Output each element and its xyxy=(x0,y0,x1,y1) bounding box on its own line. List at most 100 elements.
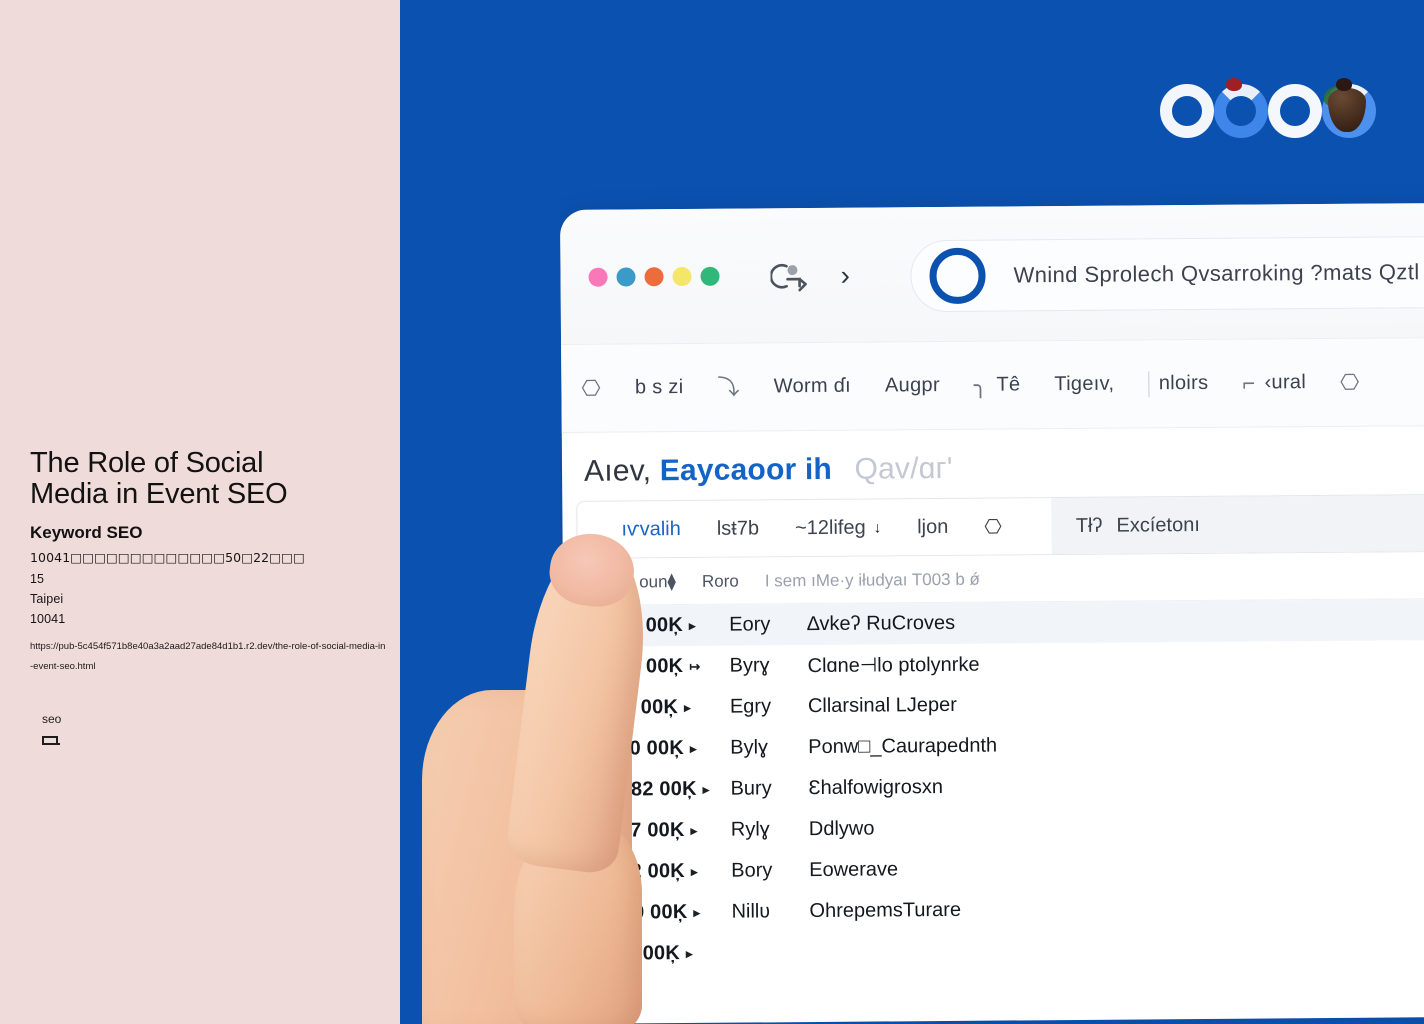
table-row[interactable]: 68 00Ķ ▸ Eory ∆vkeʔ RuCroves xyxy=(563,598,1424,647)
browser-toolbar[interactable]: ⎔ b s zi ⤵ Worm ɗı Augpr ╮ Tê Tigeıv, nloirs ⌐ ‹ur… xyxy=(561,337,1424,433)
toolbar-item-label: b s zi xyxy=(634,376,684,399)
row-metric: Ʒ82 00Ķ ▸ xyxy=(618,778,730,802)
filter-chip[interactable]: ~12lifeg ↓ xyxy=(795,516,881,540)
toolbar-item[interactable]: Worm ɗı xyxy=(774,375,851,399)
toolbar-item[interactable]: ⎔ xyxy=(581,375,602,401)
filter-bar-items[interactable]: ıѵvalih lsŧ7b ~12lifeg ↓ ljon ⎔ xyxy=(621,514,1001,542)
filter-chip-label: lsŧ7b xyxy=(716,516,760,540)
toolbar-item[interactable]: b s zi xyxy=(635,376,684,399)
shopping-bag-icon: ⎔ xyxy=(581,375,602,401)
row-trend-icon: ▸ xyxy=(689,740,697,756)
omnibox-ring-icon xyxy=(929,247,986,305)
row-metric: 8Ɨ 00Ķ ▸ xyxy=(620,942,732,966)
toolbar-item[interactable]: Augpr xyxy=(885,374,940,397)
row-label: Ponw□_Caurapednth xyxy=(808,734,998,759)
table-row[interactable]: 32 00Ķ ▸ Bory Eowerave xyxy=(565,844,1424,893)
logo-ring-2 xyxy=(1214,84,1268,138)
toolbar-item[interactable]: ⌐ ‹ural xyxy=(1242,370,1307,395)
toolbar-item[interactable]: Tigeıv, xyxy=(1054,373,1114,396)
filter-chip[interactable]: ⎔ xyxy=(984,514,1002,539)
toolbar-item-label: Tigeıv, xyxy=(1054,372,1115,396)
filter-chip[interactable]: ıѵvalih xyxy=(621,518,680,541)
row-code: Bury xyxy=(730,777,772,800)
flag-icon: ╮ xyxy=(973,372,988,398)
row-label: Ddlywo xyxy=(808,817,875,841)
address-bar-text[interactable]: Wnind Sprolech Qvsarroking ?mats Qztl ·· xyxy=(1013,259,1424,288)
chevron-right-icon[interactable]: › xyxy=(840,260,850,291)
table-row[interactable]: 8l 00Ķ ▸ Egry Cllarsinal LJeper xyxy=(564,680,1424,729)
row-metric: 68 00Ķ ▸ xyxy=(617,614,729,638)
row-metric: S0 00Ķ ▸ xyxy=(619,901,731,925)
table-row[interactable]: 80 00Ķ ▸ Bylɣ Ponw□_Caurapednth xyxy=(564,721,1424,770)
column-header-cell[interactable]: I sem ıMe·y iłudyaı T003 b ǿ xyxy=(765,570,980,592)
row-metric-value: 32 00Ķ xyxy=(619,860,685,883)
table-row[interactable]: S0 00Ķ ▸ Nillʋ OhrepemsTurare xyxy=(565,885,1424,934)
row-trend-icon: ↦ xyxy=(689,658,701,674)
row-metric-value: 8Ɨ 00Ķ xyxy=(619,942,681,965)
dot-blue[interactable] xyxy=(616,267,636,287)
row-label: Eowerave xyxy=(809,858,899,882)
dot-green[interactable] xyxy=(700,266,720,286)
column-header-cell[interactable]: Roro xyxy=(702,572,739,592)
table-row[interactable]: 8Ɨ 00Ķ ▸ xyxy=(566,926,1424,975)
logo-berry-icon-1 xyxy=(1226,78,1242,91)
row-code: Eory xyxy=(729,613,771,636)
row-label: ∆vkeʔ RuCroves xyxy=(807,611,956,636)
dot-orange[interactable] xyxy=(644,267,664,287)
results-table[interactable]: 68 00Ķ ▸ Eory ∆vkeʔ RuCroves 13 00Ķ ↦ Byrɣ Clɑn… xyxy=(563,598,1424,975)
dot-yellow[interactable] xyxy=(672,266,692,287)
filter-action[interactable]: Tłʔ xyxy=(1076,514,1103,537)
filter-action[interactable]: Excíetonı xyxy=(1116,513,1200,537)
row-trend-icon: ▸ xyxy=(702,781,710,797)
street-number: 15 xyxy=(30,571,45,586)
toolbar-item-label: Augpr xyxy=(884,374,940,397)
row-code xyxy=(732,953,810,954)
scissors-icon: ⤵ xyxy=(717,374,740,400)
blue-foreground-strip xyxy=(400,0,560,1024)
filter-bar-actions[interactable]: Tłʔ Excíetonı xyxy=(1051,494,1424,555)
toolbar-item[interactable]: ⤵ xyxy=(717,374,740,400)
article-info-panel: The Role of Social Media in Event SEO Ke… xyxy=(0,0,400,1024)
table-row[interactable]: 13 00Ķ ↦ Byrɣ Clɑne⊣lo ptolynrke xyxy=(563,639,1424,688)
toolbar-item-label: Tê xyxy=(996,373,1021,396)
browser-chrome-bar: › Wnind Sprolech Qvsarroking ?mats Qztl … xyxy=(560,202,1424,345)
heading-prefix: Aıev, xyxy=(583,454,652,488)
divider-icon xyxy=(1148,370,1150,397)
row-metric-value: 80 00Ķ xyxy=(618,737,685,760)
row-trend-icon: ▸ xyxy=(683,699,691,715)
filter-chip[interactable]: lsŧ7b xyxy=(717,517,759,540)
toolbar-item[interactable]: ⎔ xyxy=(1339,369,1360,395)
window-controls[interactable] xyxy=(588,266,720,287)
row-metric: 13 00Ķ ↦ xyxy=(618,655,730,679)
row-metric-value: S0 00Ķ xyxy=(619,901,688,924)
results-heading: Aıev, Eaycaoor ih Qav/ɑгʹ xyxy=(562,425,1424,497)
row-trend-icon: ▸ xyxy=(685,945,693,961)
filter-chip[interactable]: ljon xyxy=(917,515,948,538)
row-trend-icon: ▸ xyxy=(693,904,701,920)
filter-bar[interactable]: ıѵvalih lsŧ7b ~12lifeg ↓ ljon ⎔ Tłʔ Excíetonı xyxy=(576,493,1424,559)
tk-icon: Tłʔ xyxy=(1075,514,1103,537)
row-metric-value: 68 00Ķ xyxy=(617,614,684,637)
row-metric-value: 8l 00Ķ xyxy=(617,696,679,719)
tag-block[interactable]: seo xyxy=(42,713,390,746)
toolbar-item-label: Worm ɗı xyxy=(773,374,852,398)
toolbar-item-label: ‹ural xyxy=(1264,371,1307,394)
dot-pink[interactable] xyxy=(588,267,608,287)
article-url[interactable]: https://pub-5c454f571b8e40a3a2aad27ade84… xyxy=(30,637,388,677)
row-label: OhrepemsTurare xyxy=(809,898,962,923)
logo-ring-1 xyxy=(1160,84,1214,138)
toolbar-item[interactable]: ╮ Tê xyxy=(973,372,1021,398)
panel-icon: ⎔ xyxy=(1339,369,1360,395)
row-label: Ɛhalfowigrosxn xyxy=(808,776,944,800)
row-code: Byrɣ xyxy=(729,654,770,677)
row-metric: 8l 00Ķ ▸ xyxy=(618,696,730,720)
table-row[interactable]: 17 00Ķ ▸ Rylɣ Ddlywo xyxy=(565,803,1424,852)
filter-chip-label: ~12lifeg xyxy=(794,516,866,539)
table-row[interactable]: Ʒ82 00Ķ ▸ Bury Ɛhalfowigrosxn xyxy=(564,762,1424,811)
row-label: Cllarsinal LJeper xyxy=(807,693,957,718)
row-metric: 32 00Ķ ▸ xyxy=(619,860,731,884)
profile-badge-icon[interactable] xyxy=(769,260,810,292)
column-header-cell[interactable]: Hıy oun⧫ xyxy=(609,572,676,593)
toolbar-item[interactable]: nloirs xyxy=(1148,370,1208,397)
address-bar[interactable]: Wnind Sprolech Qvsarroking ?mats Qztl ·· xyxy=(910,234,1424,313)
